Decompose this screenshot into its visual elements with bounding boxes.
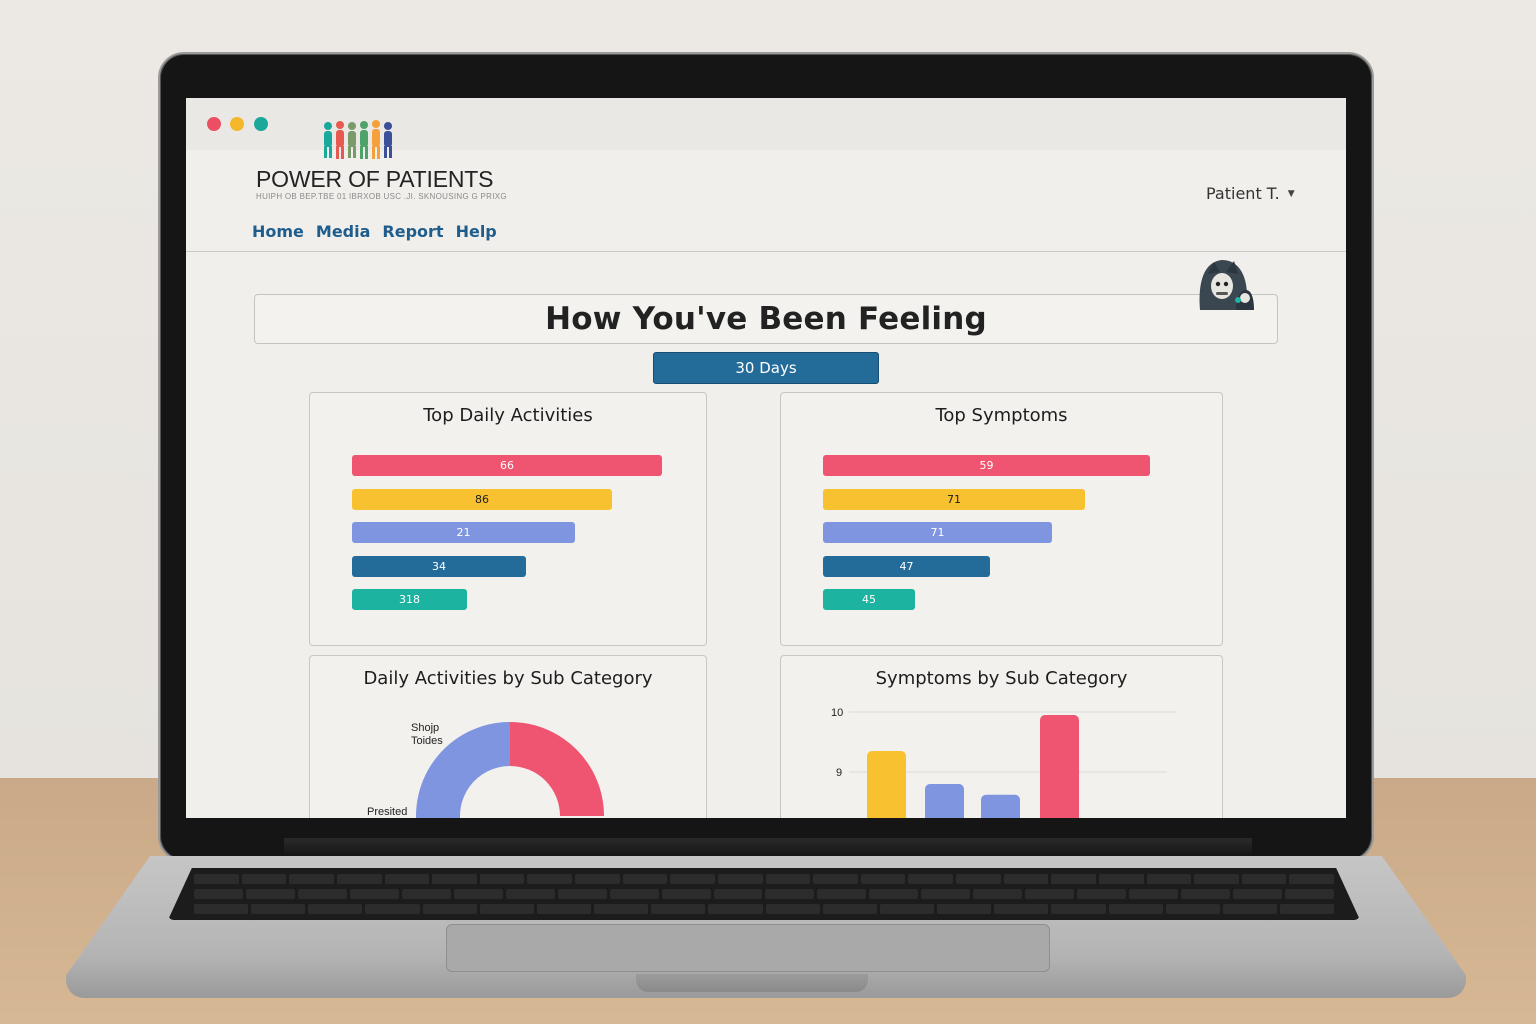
page-header: How You've Been Feeling — [254, 294, 1278, 344]
symptoms-by-sub-card: Symptoms by Sub Category 10 9 — [780, 655, 1223, 818]
nav-media[interactable]: Media — [316, 222, 371, 241]
ytick-10: 10 — [831, 707, 843, 719]
vbar-3 — [1040, 715, 1079, 818]
caret-down-icon: ▼ — [1287, 188, 1295, 199]
slice-label-2: Presited — [367, 806, 407, 818]
donut-chart: Shojp Toides Presited — [367, 722, 604, 818]
people-logo-icon — [324, 120, 392, 159]
bar-4: 318 — [352, 589, 467, 610]
card-title: Top Daily Activities — [423, 405, 593, 426]
page-title: How You've Been Feeling — [545, 301, 987, 337]
brand-tagline: HUIPH OB BEP.TBE 01 IBRXOB USC .JI. SKNO… — [256, 192, 507, 201]
bar-4: 45 — [823, 589, 915, 610]
main-nav: Home Media Report Help — [252, 222, 497, 241]
brand-name: POWER OF PATIENTS — [256, 166, 494, 192]
bar-2: 71 — [823, 522, 1052, 543]
vbar-0 — [867, 751, 906, 818]
bar-3: 47 — [823, 555, 990, 577]
maximize-window-button[interactable] — [254, 117, 268, 131]
nav-report[interactable]: Report — [382, 222, 443, 241]
vbar-1 — [925, 784, 964, 818]
trackpad — [446, 924, 1050, 972]
bar-0: 59 — [823, 455, 1150, 476]
bar-1: 71 — [823, 488, 1085, 510]
date-range-button[interactable]: 30 Days — [653, 352, 879, 384]
minimize-window-button[interactable] — [230, 117, 244, 131]
nav-home[interactable]: Home — [252, 222, 304, 241]
bar-3: 34 — [352, 555, 526, 577]
daily-by-sub-card: Daily Activities by Sub Category Shojp T… — [309, 655, 707, 818]
donut-slice-red — [510, 722, 604, 816]
app-window: POWER OF PATIENTS HUIPH OB BEP.TBE 01 IB… — [186, 98, 1346, 818]
lid-notch — [636, 974, 868, 992]
vertical-bar-chart: 10 9 — [831, 707, 1177, 818]
bar-1: 86 — [352, 488, 612, 510]
card-title: Top Symptoms — [935, 405, 1068, 426]
close-window-button[interactable] — [207, 117, 221, 131]
ytick-9: 9 — [836, 767, 842, 779]
keyboard — [168, 868, 1360, 920]
slice-label-1: Shojp — [411, 722, 439, 734]
slice-label-1b: Toides — [411, 735, 443, 747]
bar-0: 66 — [352, 455, 662, 476]
nav-divider — [186, 251, 1346, 252]
bar-2: 21 — [352, 522, 575, 543]
top-daily-activities-card: Top Daily Activities 66 86 21 34 318 — [309, 392, 707, 646]
avatar-icon[interactable] — [1194, 256, 1254, 312]
user-name: Patient T. — [1206, 184, 1280, 203]
vbar-2 — [981, 794, 1020, 818]
user-menu[interactable]: Patient T. ▼ — [1206, 184, 1295, 203]
nav-help[interactable]: Help — [456, 222, 497, 241]
top-symptoms-card: Top Symptoms 59 71 71 47 45 — [780, 392, 1223, 646]
